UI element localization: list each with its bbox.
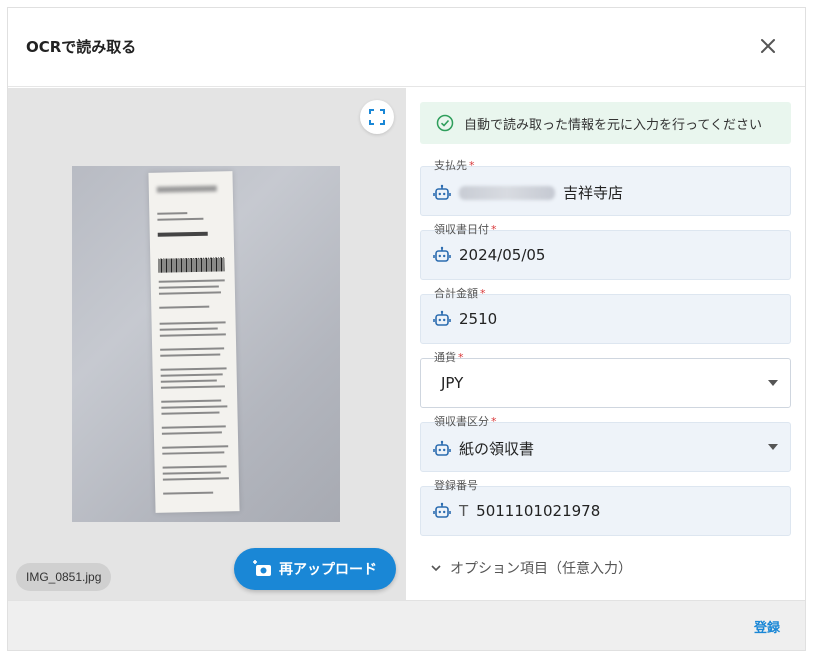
currency-select[interactable]: 通貨 * JPY <box>420 351 791 408</box>
receipt-date-field[interactable]: 領収書日付 * 2024/05/05 <box>420 223 791 280</box>
registration-number-label: 登録番号 <box>434 479 478 492</box>
payee-field[interactable]: 支払先 * 吉祥寺店 <box>420 159 791 216</box>
expand-icon <box>369 109 385 125</box>
image-preview-panel: IMG_0851.jpg 再アップロード <box>8 88 406 600</box>
reupload-label: 再アップロード <box>279 562 377 578</box>
dialog-title: OCRで読み取る <box>26 38 137 56</box>
currency-value: JPY <box>441 374 464 392</box>
optional-fields-toggle[interactable]: オプション項目（任意入力） <box>430 558 632 578</box>
registration-number-field[interactable]: 登録番号 T 5011101021978 <box>420 479 791 536</box>
total-amount-field[interactable]: 合計金額 * 2510 <box>420 287 791 344</box>
expand-button[interactable] <box>360 100 394 134</box>
receipt-image <box>148 171 240 513</box>
barcode <box>158 257 225 273</box>
dialog-header: OCRで読み取る <box>8 8 805 87</box>
payee-value: 吉祥寺店 <box>563 184 624 202</box>
redacted-text <box>459 185 555 200</box>
robot-icon <box>433 310 451 326</box>
chevron-down-icon <box>431 565 441 572</box>
notice-text: 自動で読み取った情報を元に入力を行ってください <box>464 117 762 133</box>
chevron-down-icon <box>768 444 778 450</box>
currency-label: 通貨 * <box>434 351 464 364</box>
registration-number-value: 5011101021978 <box>476 502 601 520</box>
receipt-type-select[interactable]: 領収書区分 * 紙の領収書 <box>420 415 791 472</box>
close-button[interactable] <box>757 35 779 57</box>
receipt-photo <box>72 166 340 522</box>
robot-icon <box>433 184 451 200</box>
camera-plus-icon <box>253 560 271 576</box>
close-icon <box>761 39 775 53</box>
registration-prefix: T <box>459 502 469 520</box>
receipt-type-value: 紙の領収書 <box>459 440 535 458</box>
optional-fields-label: オプション項目（任意入力） <box>450 561 632 577</box>
total-amount-label: 合計金額 * <box>434 287 486 300</box>
receipt-date-label: 領収書日付 * <box>434 223 497 236</box>
robot-icon <box>433 502 451 518</box>
receipt-date-value: 2024/05/05 <box>459 246 546 264</box>
dialog-footer: 登録 <box>8 600 805 650</box>
robot-icon <box>433 440 451 456</box>
ocr-notice: 自動で読み取った情報を元に入力を行ってください <box>420 102 791 144</box>
robot-icon <box>433 246 451 262</box>
ocr-dialog: OCRで読み取る IMG_0851.jpg 再アップロード 自動で読み取った情報… <box>7 7 806 651</box>
file-name-chip: IMG_0851.jpg <box>16 563 112 591</box>
chevron-down-icon <box>768 380 778 386</box>
total-amount-value: 2510 <box>459 310 498 328</box>
receipt-type-label: 領収書区分 * <box>434 415 497 428</box>
ocr-form-panel: 自動で読み取った情報を元に入力を行ってください 支払先 * 吉祥寺店 領収書日付 *… <box>406 88 805 600</box>
check-circle-icon <box>436 114 454 132</box>
register-button[interactable]: 登録 <box>754 617 780 636</box>
payee-label: 支払先 * <box>434 159 475 172</box>
reupload-button[interactable]: 再アップロード <box>234 548 396 590</box>
